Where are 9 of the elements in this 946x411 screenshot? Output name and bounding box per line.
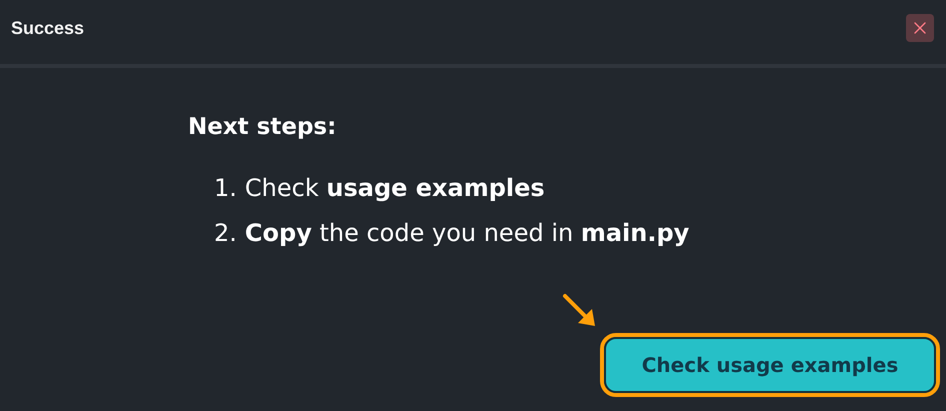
step-number: 2. [214, 219, 237, 247]
step-number: 1. [214, 174, 237, 202]
close-button[interactable] [906, 14, 934, 42]
step-text: Copy the code you need in main.py [244, 219, 690, 247]
arrow-icon [562, 293, 598, 329]
check-usage-examples-button[interactable]: Check usage examples [604, 337, 936, 393]
heading: Next steps: [188, 114, 336, 140]
dialog-title: Success [11, 18, 84, 38]
step-text: Check usage examples [244, 174, 545, 202]
